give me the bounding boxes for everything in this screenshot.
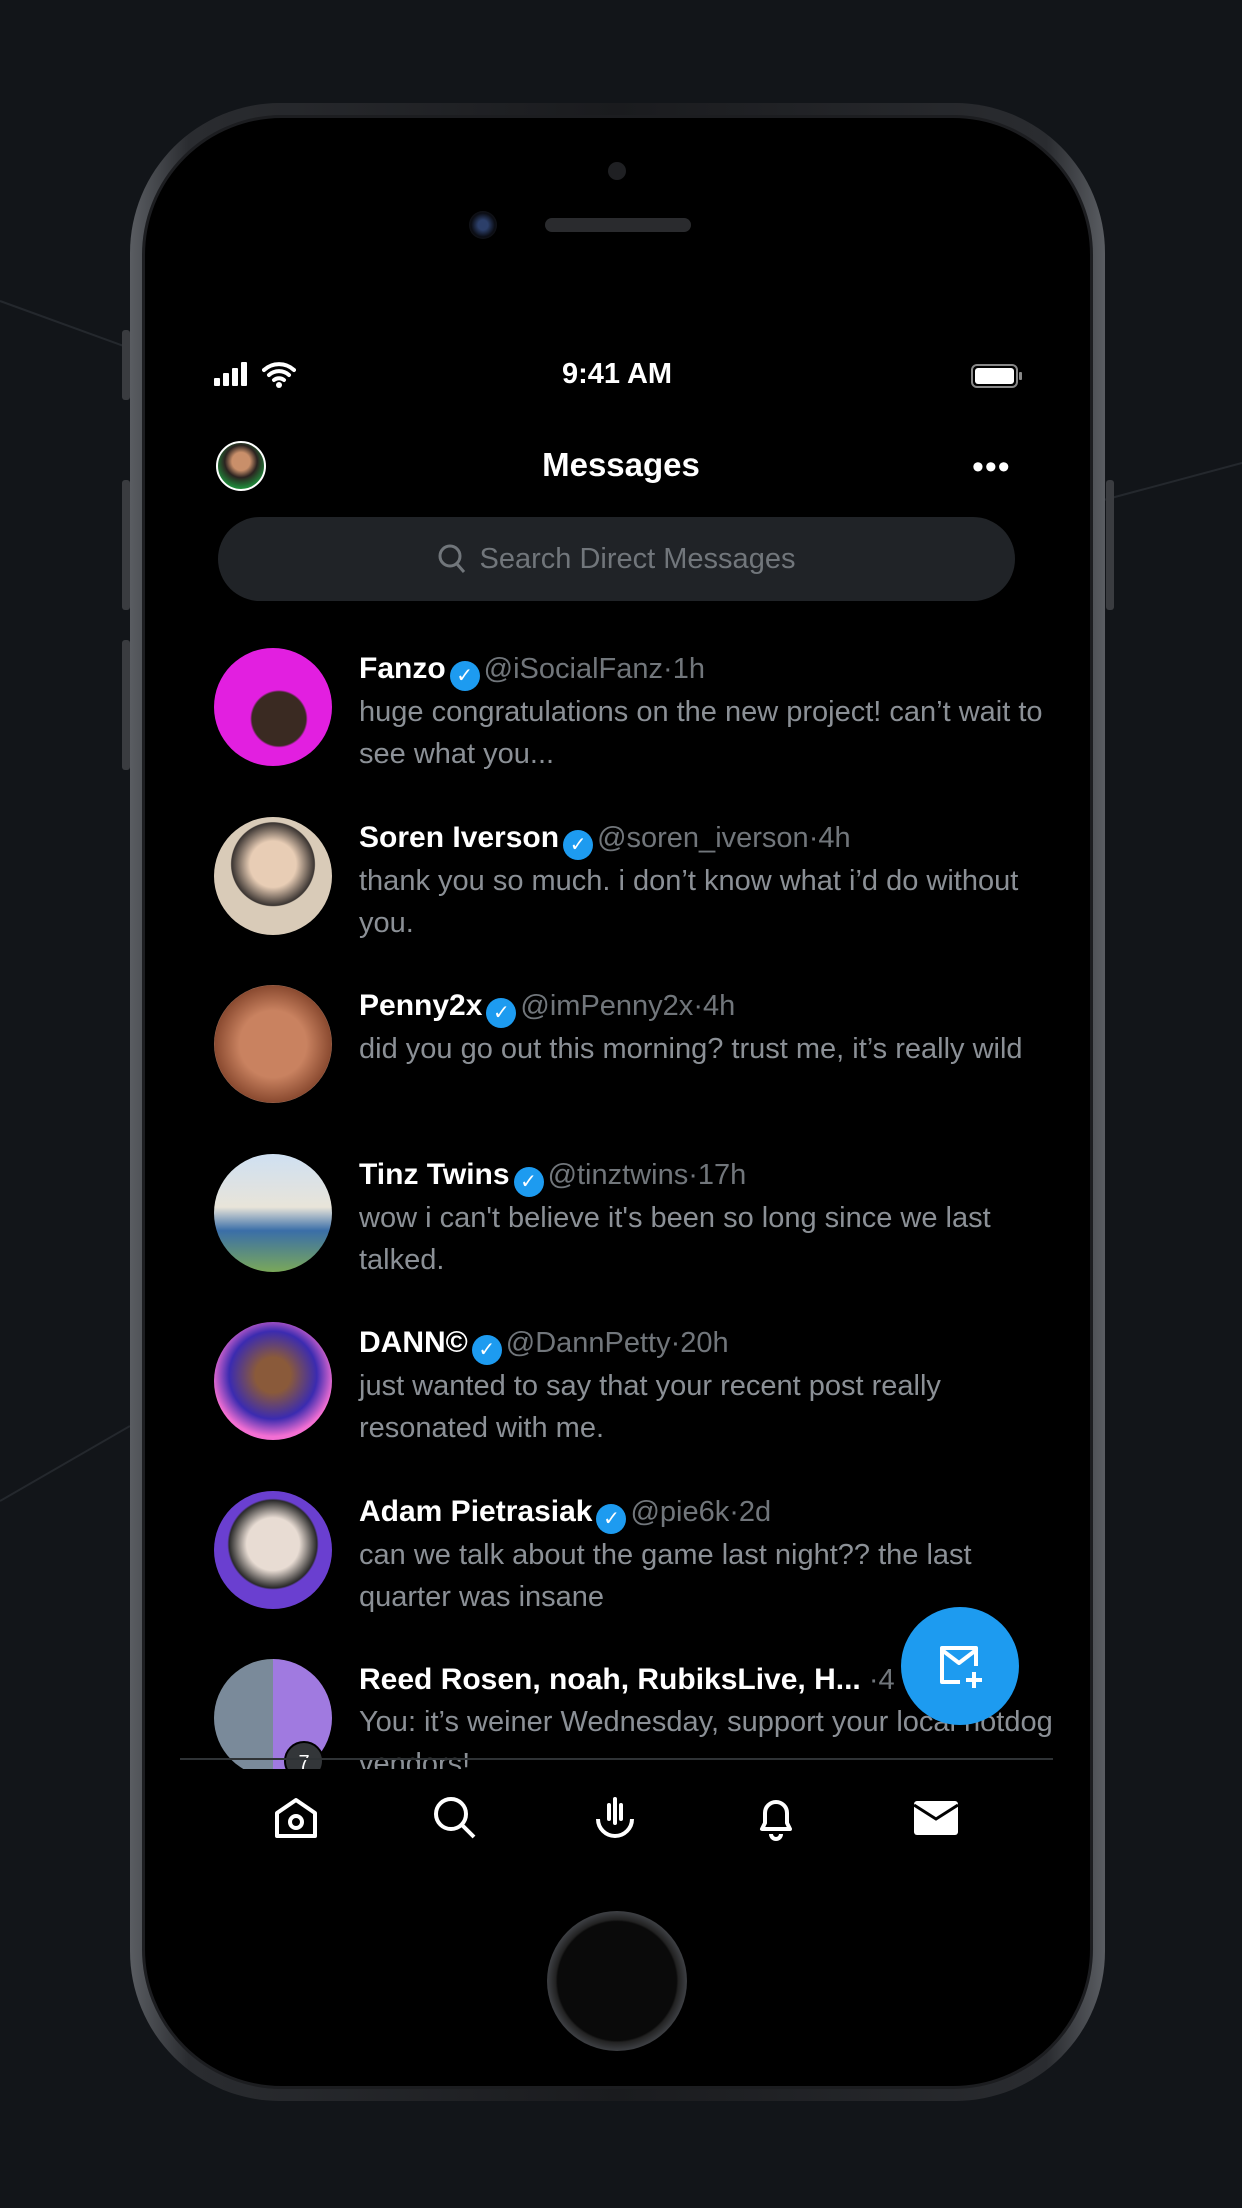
conversation-time: 4h [818, 821, 851, 854]
volume-up-button [122, 480, 130, 610]
tab-spaces[interactable] [589, 1792, 641, 1844]
tab-search[interactable] [429, 1792, 481, 1844]
conversation-name: Reed Rosen, noah, RubiksLive, H... [359, 1663, 861, 1696]
message-preview: just wanted to say that your recent post… [359, 1370, 941, 1444]
avatar[interactable] [214, 648, 332, 766]
conversation-row[interactable]: Soren Iverson ✓ @soren_iverson·4h thank yo… [180, 816, 1060, 985]
avatar[interactable] [214, 1322, 332, 1440]
conversation-handle: @iSocialFanz [483, 653, 664, 685]
bell-icon [760, 1800, 792, 1841]
earpiece-speaker [545, 218, 691, 232]
separator: · [693, 990, 703, 1022]
message-preview: wow i can't believe it's been so long si… [359, 1201, 991, 1276]
verified-badge-icon: ✓ [471, 1335, 502, 1365]
separator: · [670, 1327, 681, 1359]
conversation-handle: @pie6k [630, 1495, 730, 1528]
conversation-time: 17h [697, 1158, 747, 1191]
mail-icon [913, 1801, 959, 1835]
message-preview: thank you so much. i don’t know what i’d… [359, 864, 1019, 939]
conversation-time: 4h [702, 990, 736, 1022]
proximity-sensor [608, 162, 626, 180]
separator: · [688, 1158, 698, 1191]
conversation-handle: @soren_iverson [597, 821, 809, 854]
separator: · [808, 821, 819, 854]
conversation-row[interactable]: DANN© ✓ @DannPetty·20h just wanted to say … [180, 1322, 1060, 1490]
avatar[interactable] [214, 1153, 332, 1272]
battery-icon [971, 364, 1023, 393]
conversation-name: Soren Iverson [359, 820, 560, 854]
conversation-row[interactable]: Penny2x ✓ @imPenny2x·4h did you go out thi… [180, 985, 1060, 1153]
new-message-button[interactable] [901, 1607, 1019, 1725]
status-time: 9:41 AM [561, 358, 673, 390]
conversation-name: Adam Pietrasiak [359, 1494, 593, 1528]
separator: · [868, 1664, 879, 1696]
volume-down-button [122, 640, 130, 770]
tab-home[interactable] [270, 1792, 322, 1844]
verified-badge-icon: ✓ [513, 1166, 544, 1197]
conversation-name: DANN© [359, 1326, 468, 1359]
conversation-time: 20h [680, 1327, 729, 1359]
background-texture [0, 1425, 131, 1502]
search-placeholder: Search Direct Messages [479, 542, 796, 575]
home-button[interactable] [547, 1911, 687, 2051]
message-preview: can we talk about the game last night?? … [359, 1538, 972, 1613]
avatar[interactable] [214, 816, 332, 935]
verified-badge-icon: ✓ [486, 998, 517, 1028]
front-camera [469, 211, 497, 239]
conversation-handle: @imPenny2x [520, 990, 694, 1022]
verified-badge-icon: ✓ [596, 1503, 627, 1534]
conversation-row[interactable]: Tinz Twins ✓ @tinztwins·17h wow i can't be… [180, 1153, 1060, 1322]
separator: · [663, 653, 673, 685]
new-message-icon [940, 1646, 982, 1688]
verified-badge-icon: ✓ [563, 829, 594, 860]
avatar[interactable] [214, 985, 332, 1103]
conversation-handle: @DannPetty [505, 1327, 671, 1359]
conversation-row[interactable]: Fanzo ✓ @iSocialFanz·1h huge congratulatio… [180, 648, 1060, 816]
conversation-handle: @tinztwins [547, 1158, 689, 1191]
spaces-icon [596, 1797, 634, 1838]
more-options-icon[interactable]: ••• [972, 448, 1011, 487]
tab-messages[interactable] [910, 1792, 962, 1844]
conversation-name: Tinz Twins [359, 1157, 510, 1191]
avatar[interactable] [214, 1490, 332, 1609]
conversation-time: 1h [672, 653, 705, 685]
conversation-time: 2d [738, 1495, 772, 1528]
tab-notifications[interactable] [750, 1792, 802, 1844]
home-icon [275, 1798, 317, 1838]
conversation-time: 4 [878, 1664, 895, 1696]
conversation-name: Fanzo [359, 652, 446, 685]
search-input[interactable]: Search Direct Messages [218, 517, 1015, 601]
conversation-name: Penny2x [359, 989, 483, 1022]
search-icon [438, 544, 465, 573]
message-preview: huge congratulations on the new project!… [359, 696, 1043, 770]
search-icon [434, 1797, 476, 1839]
power-button [1106, 480, 1114, 610]
message-preview: did you go out this morning? trust me, i… [359, 1033, 1023, 1065]
page-title: Messages [542, 446, 700, 483]
tab-bar-divider [180, 1758, 1053, 1760]
verified-badge-icon: ✓ [449, 661, 480, 691]
separator: · [729, 1495, 739, 1528]
